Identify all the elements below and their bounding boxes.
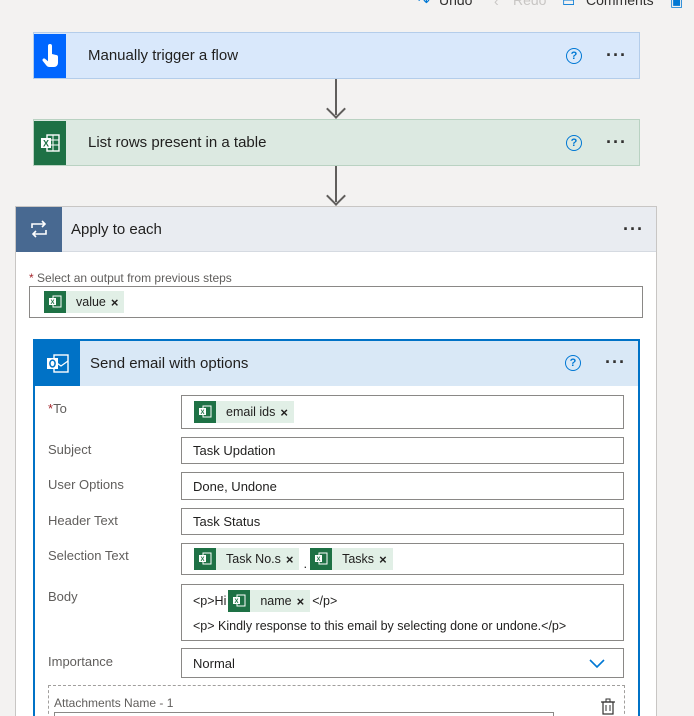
- redo-icon: ‹: [494, 0, 499, 9]
- svg-text:X: X: [200, 410, 204, 416]
- comments-icon[interactable]: ▭: [562, 0, 575, 8]
- svg-text:X: X: [317, 557, 321, 563]
- help-icon[interactable]: ?: [566, 135, 582, 151]
- more-options-icon[interactable]: ···: [605, 353, 626, 371]
- body-line-2: <p> Kindly response to this email by sel…: [193, 619, 567, 633]
- help-icon[interactable]: ?: [565, 355, 581, 371]
- body-label: Body: [48, 589, 78, 604]
- remove-token-icon[interactable]: ×: [280, 405, 288, 420]
- excel-icon: X: [310, 548, 333, 570]
- send-email-title: Send email with options: [90, 355, 249, 372]
- remove-token-icon[interactable]: ×: [297, 594, 305, 609]
- attachments-name-input[interactable]: [54, 712, 554, 716]
- output-label: * Select an output from previous steps: [29, 271, 232, 285]
- more-options-icon[interactable]: ···: [623, 220, 644, 238]
- delete-item-icon[interactable]: [600, 698, 616, 716]
- header-text-input[interactable]: Task Status: [181, 508, 624, 535]
- remove-token-icon[interactable]: ×: [286, 552, 294, 567]
- task-nos-token[interactable]: X Task No.s ×: [194, 548, 300, 570]
- user-options-input[interactable]: Done, Undone: [181, 472, 624, 500]
- to-input[interactable]: X email ids ×: [181, 395, 624, 429]
- excel-icon: X: [228, 590, 251, 612]
- attachments-label: Attachments Name - 1: [54, 696, 174, 710]
- selection-text-input[interactable]: X Task No.s × . X Tasks ×: [181, 543, 624, 575]
- body-line-1: <p>Hi X name × </p>: [193, 587, 623, 615]
- svg-text:X: X: [200, 557, 204, 563]
- attachments-section: Attachments Name - 1: [48, 685, 625, 716]
- output-input[interactable]: X value ×: [29, 286, 643, 318]
- name-token[interactable]: X name ×: [228, 590, 311, 612]
- user-options-label: User Options: [48, 477, 124, 492]
- importance-label: Importance: [48, 654, 114, 669]
- svg-text:X: X: [50, 300, 54, 306]
- more-options-icon[interactable]: ···: [606, 46, 627, 64]
- send-email-card[interactable]: Send email with options ? ··· *To X emai…: [33, 339, 640, 716]
- excel-icon: X: [194, 401, 216, 423]
- list-rows-card[interactable]: X List rows present in a table ? ···: [33, 119, 640, 166]
- undo-icon[interactable]: ↷: [418, 0, 430, 8]
- excel-icon: X: [34, 120, 66, 165]
- touch-icon: [34, 33, 66, 78]
- header-text-label: Header Text: [48, 513, 118, 528]
- apply-each-title: Apply to each: [71, 220, 162, 238]
- help-icon[interactable]: ?: [566, 48, 582, 64]
- arrow-down-icon: [326, 99, 346, 119]
- redo-button[interactable]: Redo: [513, 0, 546, 8]
- subject-label: Subject: [48, 442, 92, 457]
- toolbar: ↷ Undo ‹ Redo ▭ Comments ▣: [0, 0, 694, 8]
- svg-text:X: X: [235, 599, 239, 605]
- undo-button[interactable]: Undo: [439, 0, 472, 8]
- subject-input[interactable]: Task Updation: [181, 437, 624, 464]
- save-icon[interactable]: ▣: [670, 0, 683, 8]
- separator-text: .: [303, 555, 308, 571]
- list-rows-title: List rows present in a table: [88, 134, 267, 151]
- excel-icon: X: [194, 548, 216, 570]
- more-options-icon[interactable]: ···: [606, 133, 627, 151]
- selection-text-label: Selection Text: [48, 548, 129, 563]
- comments-button[interactable]: Comments: [586, 0, 654, 8]
- trigger-title: Manually trigger a flow: [88, 47, 239, 64]
- svg-text:X: X: [43, 138, 49, 148]
- remove-token-icon[interactable]: ×: [379, 552, 387, 567]
- outlook-icon: [35, 341, 80, 386]
- tasks-token[interactable]: X Tasks ×: [310, 548, 393, 570]
- value-token[interactable]: X value ×: [44, 291, 125, 313]
- excel-icon: X: [44, 291, 66, 313]
- trigger-card[interactable]: Manually trigger a flow ? ···: [33, 32, 640, 79]
- importance-dropdown[interactable]: Normal: [181, 648, 624, 678]
- arrow-down-icon: [326, 186, 346, 206]
- loop-icon: [16, 206, 62, 252]
- remove-token-icon[interactable]: ×: [111, 295, 119, 310]
- body-input[interactable]: <p>Hi X name × </p> <p> Kindly response …: [181, 584, 624, 641]
- email-ids-token[interactable]: X email ids ×: [194, 401, 294, 423]
- chevron-down-icon[interactable]: [589, 657, 605, 672]
- to-label: *To: [48, 401, 67, 416]
